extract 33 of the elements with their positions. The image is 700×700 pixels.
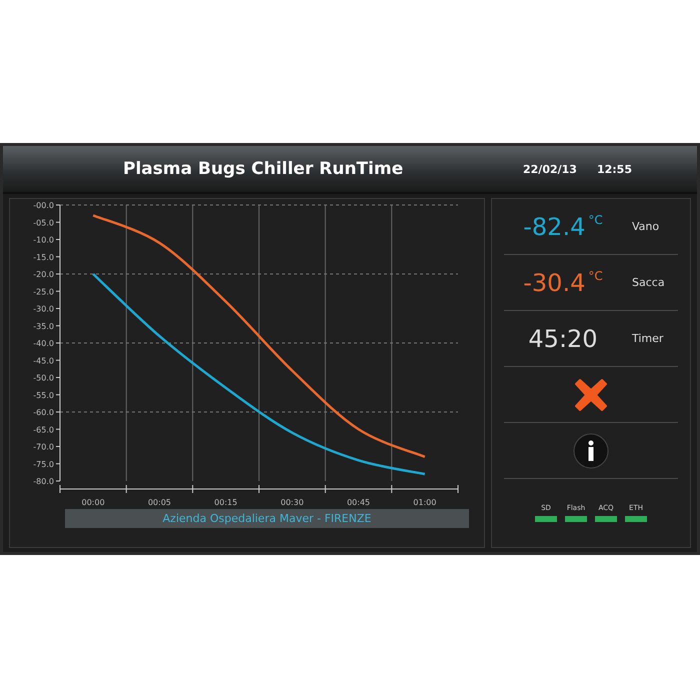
x-tick-label: 00:45 — [346, 498, 370, 507]
reading-label: Timer — [632, 332, 664, 345]
y-tick-label: -15.0 — [33, 252, 54, 262]
chart-caption: Azienda Ospedaliera Maver - FIRENZE — [65, 509, 469, 528]
x-tick-label: 01:00 — [413, 498, 436, 507]
window-title: Plasma Bugs Chiller RunTime — [123, 159, 404, 179]
x-tick-label: 00:15 — [214, 498, 238, 507]
x-tick-label: 00:05 — [148, 498, 172, 507]
y-tick-label: -25.0 — [33, 287, 54, 296]
y-tick-label: -50.0 — [33, 374, 54, 382]
y-tick-label: -40.0 — [33, 339, 54, 348]
y-tick-label: -00.0 — [33, 201, 54, 210]
y-tick-label: -65.0 — [33, 425, 54, 434]
timer-value: 45:20 — [527, 324, 599, 352]
date: 22/02/13 — [523, 162, 577, 176]
y-tick-label: -05.0 — [33, 218, 54, 228]
y-tick-label: -20.0 — [33, 270, 54, 279]
x-tick-label: 00:30 — [280, 498, 304, 507]
y-tick-label: -35.0 — [33, 322, 54, 331]
y-tick-label: -45.0 — [33, 356, 54, 366]
cancel-icon[interactable] — [574, 378, 608, 412]
reading-label: Vano — [632, 220, 660, 233]
y-tick-label: -75.0 — [33, 460, 54, 469]
y-tick-label: -55.0 — [33, 390, 54, 400]
y-tick-label: -10.0 — [33, 236, 54, 244]
y-tick-label: -70.0 — [33, 442, 54, 452]
reading-label: Sacca — [632, 276, 665, 289]
info-icon[interactable] — [573, 432, 609, 468]
y-tick-label: -80.0 — [33, 477, 54, 486]
y-tick-label: -60.0 — [33, 408, 54, 417]
time: 12:55 — [596, 162, 632, 176]
y-tick-label: -30.0 — [33, 304, 54, 314]
x-tick-label: 00:00 — [82, 498, 105, 507]
